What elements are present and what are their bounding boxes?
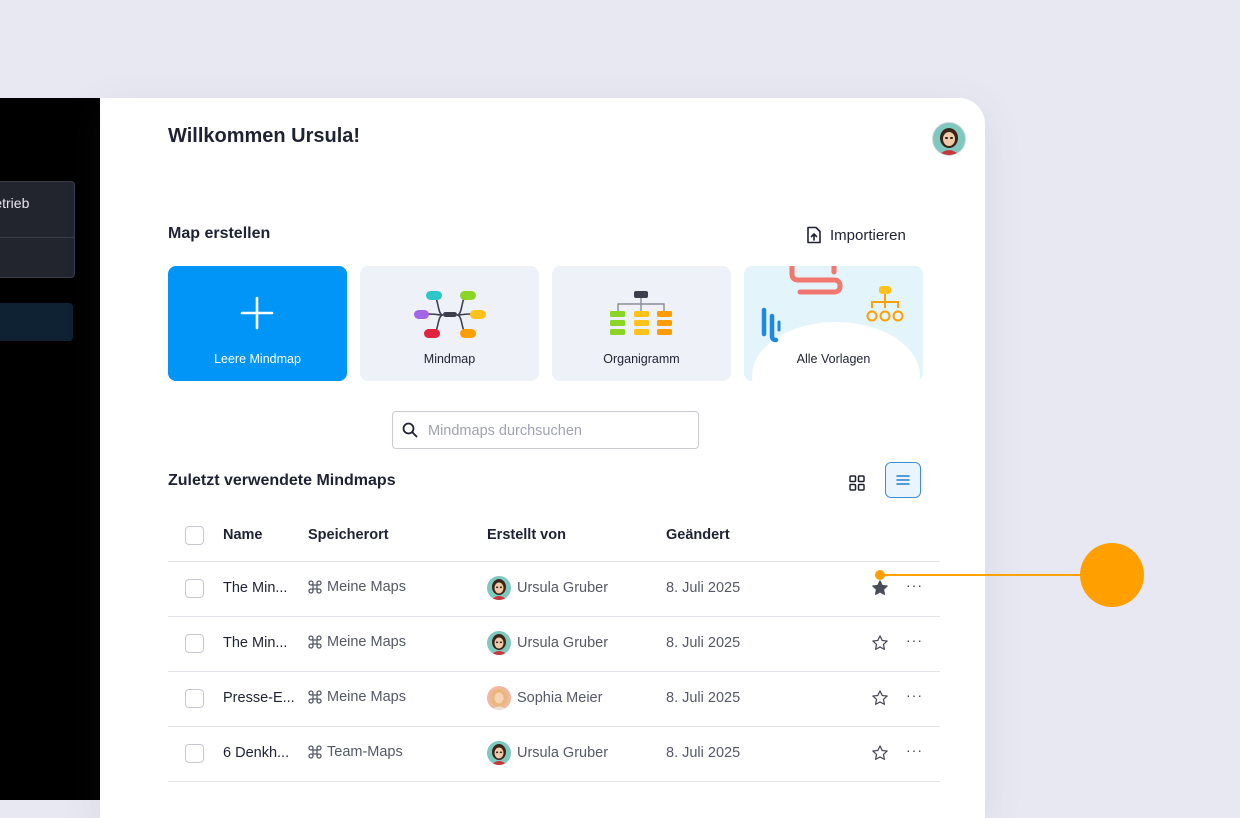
avatar-ursula-icon (487, 631, 511, 655)
row-name[interactable]: 6 Denkh... (223, 745, 289, 761)
row-name[interactable]: The Min... (223, 580, 287, 596)
creator-name: Ursula Gruber (517, 635, 609, 651)
star-filled-icon (872, 580, 888, 596)
column-created-by[interactable]: Erstellt von (487, 527, 566, 543)
row-location[interactable]: Meine Maps (308, 689, 406, 705)
row-created-by: Ursula Gruber (487, 576, 608, 600)
row-checkbox[interactable] (185, 579, 204, 598)
row-created-by: Sophia Meier (487, 686, 602, 710)
sidebar: Betrieb (0, 98, 100, 800)
more-options-button[interactable]: ··· (906, 687, 923, 703)
table-row[interactable]: Presse-E... Meine Maps Sophia Meier 8. Juli… (168, 671, 940, 727)
row-location-label: Team-Maps (327, 744, 403, 760)
card-label: Leere Mindmap (214, 352, 301, 366)
workspace-current[interactable]: Betrieb (0, 182, 74, 238)
import-label: Importieren (830, 226, 906, 244)
list-view-toggle[interactable] (885, 462, 921, 498)
avatar-ursula-icon (933, 123, 965, 155)
row-changed-date: 8. Juli 2025 (666, 580, 741, 596)
row-location-label: Meine Maps (327, 689, 406, 705)
card-mindmap[interactable]: Mindmap (360, 266, 539, 381)
table-row[interactable]: The Min... Meine Maps Ursula Gruber 8. Juli… (168, 561, 940, 617)
row-checkbox[interactable] (185, 689, 204, 708)
workspace-switcher[interactable]: Betrieb (0, 181, 75, 278)
my-maps-icon (308, 690, 322, 704)
user-avatar[interactable] (932, 122, 966, 156)
favorite-star-button[interactable] (871, 744, 891, 764)
more-options-button[interactable]: ··· (906, 577, 923, 593)
callout-line (879, 574, 1081, 576)
row-location-label: Meine Maps (327, 579, 406, 595)
search-icon (402, 422, 418, 438)
row-checkbox[interactable] (185, 634, 204, 653)
search-box[interactable] (392, 411, 699, 449)
creator-name: Ursula Gruber (517, 580, 609, 596)
column-location[interactable]: Speicherort (308, 527, 389, 543)
my-maps-icon (308, 580, 322, 594)
table-row[interactable]: 6 Denkh... Team-Maps Ursula Gruber 8. Juli … (168, 726, 940, 782)
row-created-by: Ursula Gruber (487, 741, 608, 765)
plus-icon (240, 296, 274, 330)
avatar-sophia-icon (487, 686, 511, 710)
row-changed-date: 8. Juli 2025 (666, 745, 741, 761)
favorite-star-button[interactable] (871, 579, 891, 599)
callout-dot (875, 570, 885, 580)
mindmap-icon (414, 291, 486, 338)
star-outline-icon (872, 635, 888, 651)
favorite-star-button[interactable] (871, 689, 891, 709)
row-location[interactable]: Team-Maps (308, 744, 403, 760)
grid-view-icon (849, 475, 865, 491)
file-upload-icon (807, 226, 821, 244)
create-map-title: Map erstellen (168, 225, 271, 242)
page-title: Willkommen Ursula! (168, 125, 361, 147)
row-location[interactable]: Meine Maps (308, 634, 406, 650)
workspace-label: Betrieb (0, 195, 30, 211)
star-outline-icon (872, 690, 888, 706)
creator-name: Sophia Meier (517, 690, 603, 706)
avatar-ursula-icon (487, 741, 511, 765)
creator-avatar (487, 686, 511, 710)
card-all-templates[interactable]: Alle Vorlagen (744, 266, 923, 381)
recent-maps-title: Zuletzt verwendete Mindmaps (168, 472, 396, 489)
my-maps-icon (308, 635, 322, 649)
row-checkbox[interactable] (185, 744, 204, 763)
column-name[interactable]: Name (223, 527, 263, 543)
team-maps-icon (308, 745, 322, 759)
grid-view-toggle[interactable] (845, 471, 869, 495)
table-row[interactable]: The Min... Meine Maps Ursula Gruber 8. Juli… (168, 616, 940, 672)
star-outline-icon (872, 745, 888, 761)
row-changed-date: 8. Juli 2025 (666, 635, 741, 651)
row-location-label: Meine Maps (327, 634, 406, 650)
row-name[interactable]: The Min... (223, 635, 287, 651)
search-input[interactable] (426, 420, 690, 442)
orgchart-icon (610, 291, 672, 335)
more-options-button[interactable]: ··· (906, 632, 923, 648)
card-label: Mindmap (423, 352, 476, 366)
row-created-by: Ursula Gruber (487, 631, 608, 655)
creator-name: Ursula Gruber (517, 745, 609, 761)
sidebar-item-active[interactable] (0, 303, 73, 341)
card-orgchart[interactable]: Organigramm (552, 266, 731, 381)
row-changed-date: 8. Juli 2025 (666, 690, 741, 706)
callout-marker (1080, 543, 1144, 607)
select-all-checkbox[interactable] (185, 526, 204, 545)
favorite-star-button[interactable] (871, 634, 891, 654)
column-changed[interactable]: Geändert (666, 527, 730, 543)
creator-avatar (487, 631, 511, 655)
card-blank-mindmap[interactable]: Leere Mindmap (168, 266, 347, 381)
row-location[interactable]: Meine Maps (308, 579, 406, 595)
creator-avatar (487, 741, 511, 765)
import-button[interactable]: Importieren (806, 224, 906, 246)
more-options-button[interactable]: ··· (906, 742, 923, 758)
avatar-ursula-icon (487, 576, 511, 600)
card-label: Organigramm (603, 352, 680, 366)
list-view-icon (896, 475, 910, 485)
main-panel: Willkommen Ursula! Map erstellen Importi… (100, 98, 985, 818)
card-label: Alle Vorlagen (796, 352, 871, 366)
creator-avatar (487, 576, 511, 600)
row-name[interactable]: Presse-E... (223, 690, 295, 706)
table-header: Name Speicherort Erstellt von Geändert (168, 525, 940, 562)
